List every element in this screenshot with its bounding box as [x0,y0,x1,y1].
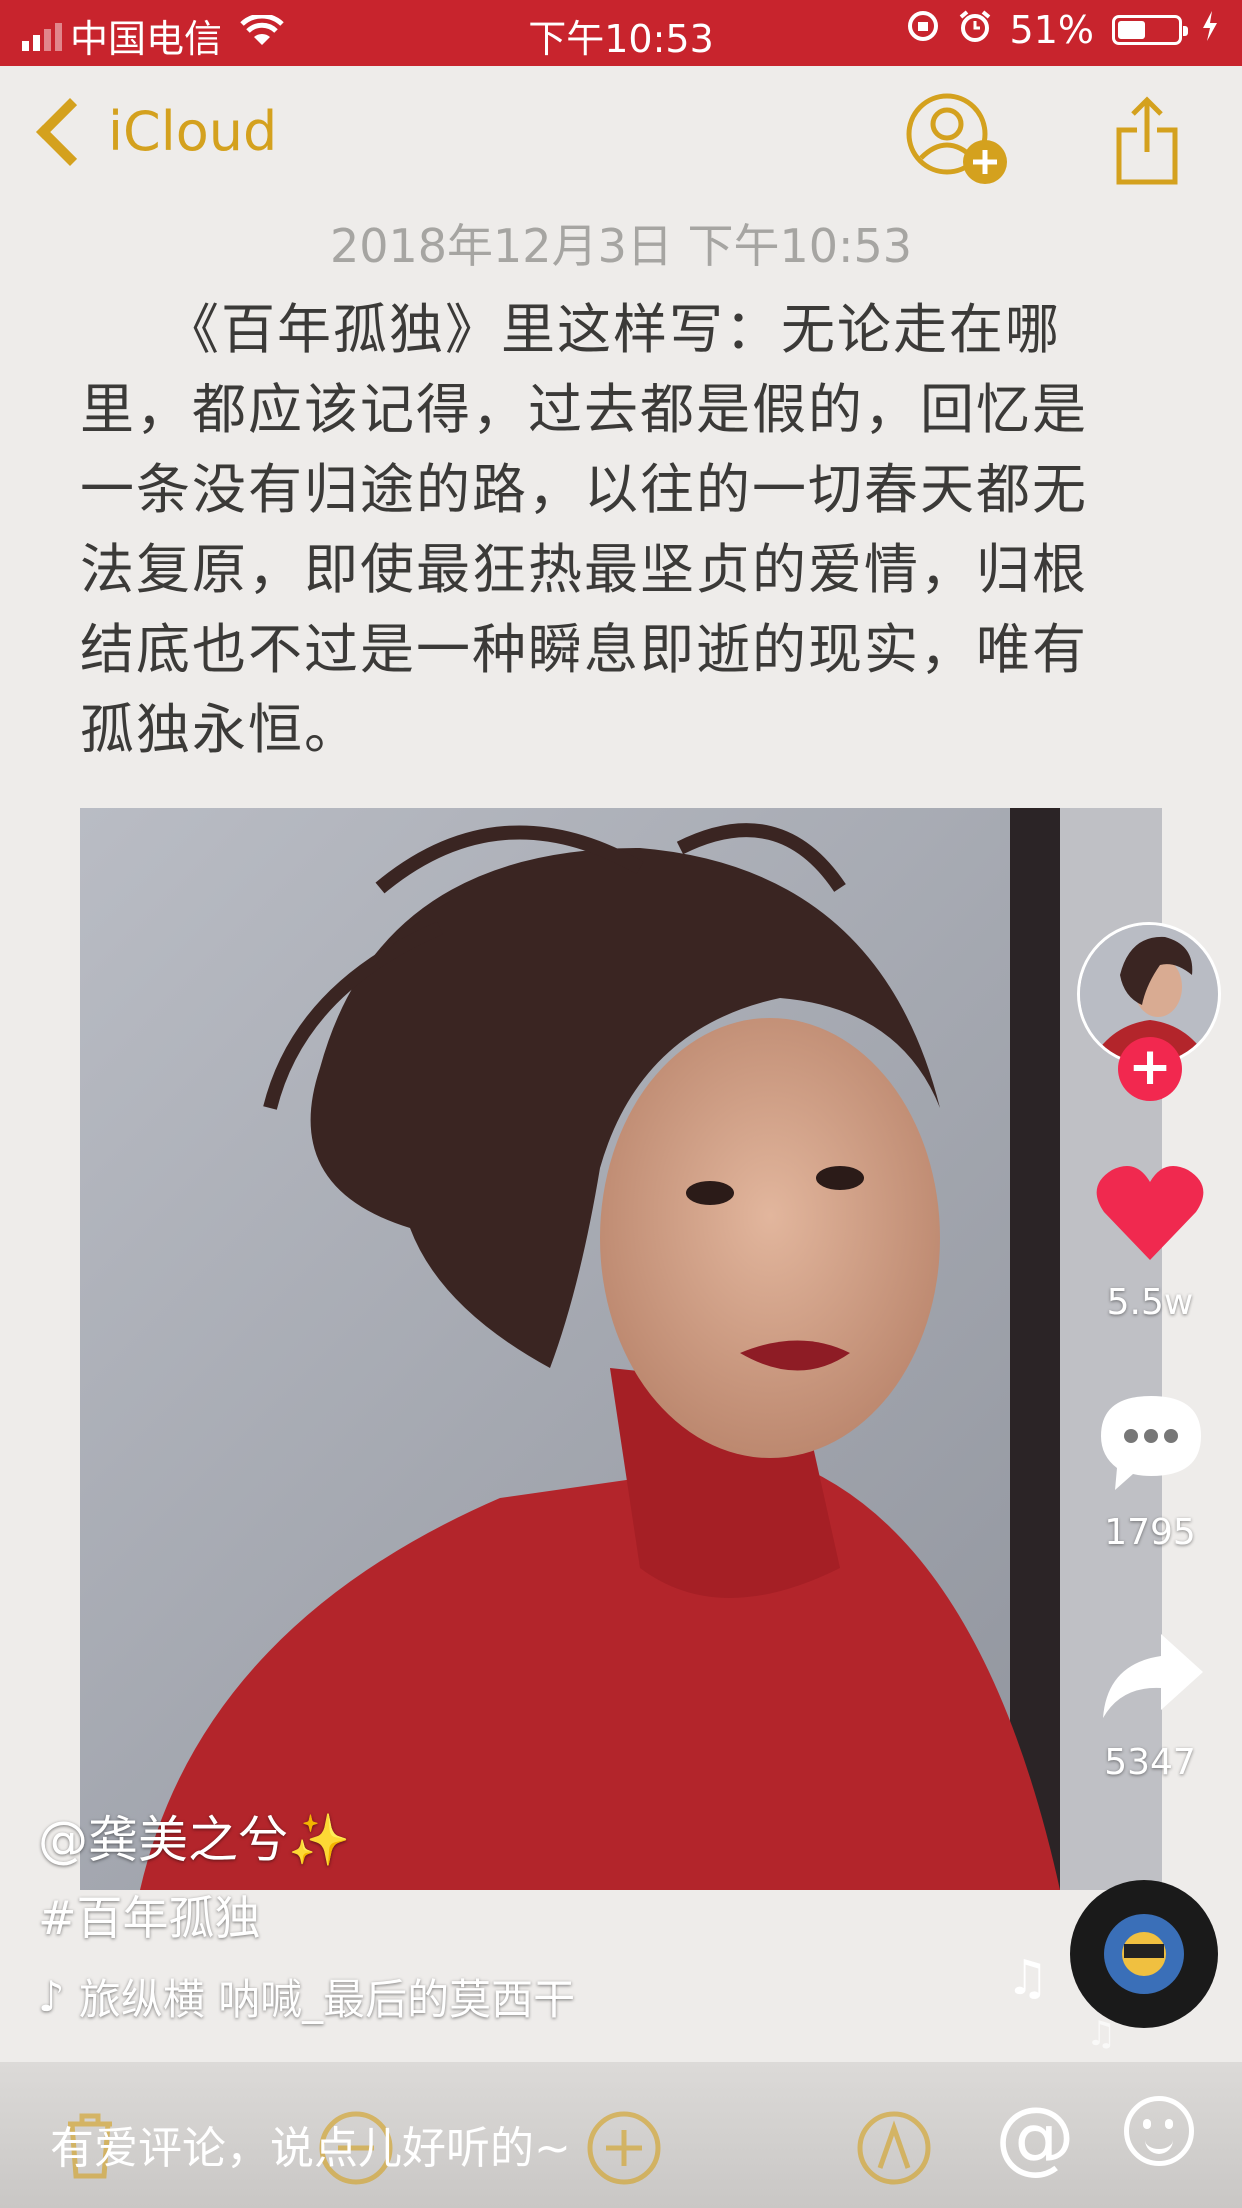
music-info[interactable]: ♪ 旅纵横 呐喊_最后的莫西干 [38,1966,575,2027]
comment-count: 1795 [1104,1512,1196,1553]
music-cover [1104,1914,1184,1994]
battery-percent: 51% [1009,8,1094,52]
tiktok-note-icon: ♪ [38,1972,65,2021]
share-button[interactable] [1115,96,1179,186]
like-count: 5.5w [1106,1282,1194,1323]
notes-nav-bar: iCloud [0,66,1242,206]
markup-icon [856,2110,932,2190]
follow-button[interactable]: + [1118,1037,1182,1101]
share-arrow-icon [1103,1634,1203,1718]
music-note-small-icon: ♫ [1086,2014,1117,2054]
like-button[interactable] [1094,1160,1206,1264]
share-count: 5347 [1104,1742,1196,1783]
note-body: 《百年孤独》里这样写：无论走在哪里，都应该记得，过去都是假的，回忆是一条没有归途… [80,298,1088,761]
note-photo [80,808,1162,1890]
music-disc[interactable] [1070,1880,1218,2028]
back-button[interactable]: iCloud [32,97,278,166]
hashtag-link[interactable]: #百年孤独 [38,1882,261,1948]
comment-button[interactable] [1097,1390,1205,1494]
chevron-left-icon [36,97,104,166]
note-date: 2018年12月3日 下午10:53 [329,219,913,273]
music-title: 旅纵横 呐喊_最后的莫西干 [78,1975,576,2024]
comment-icon [1101,1396,1201,1490]
music-note-icon: ♫ [1006,1950,1050,2006]
add-icon [586,2110,662,2190]
back-label: iCloud [108,100,278,163]
portrait-image [80,808,1162,1890]
heart-icon [1096,1166,1204,1260]
charging-icon [1200,8,1220,52]
add-person-icon [906,93,1007,184]
comment-input[interactable]: 有爱评论，说点儿好听的~ [50,2112,571,2176]
creator-username[interactable]: @龚美之兮✨ [38,1800,350,1872]
add-people-button[interactable] [905,92,1009,188]
status-right: 51% [906,8,1220,52]
battery-fill [1118,21,1145,39]
emoji-button[interactable] [1124,2096,1194,2166]
mention-button[interactable]: @ [995,2090,1075,2183]
status-bar: 中国电信 下午10:53 51% [0,0,1242,66]
share-icon [1116,96,1178,185]
alarm-icon [958,8,992,52]
battery-icon [1112,15,1188,45]
orientation-lock-icon [906,8,940,52]
share-video-button[interactable] [1097,1630,1207,1722]
